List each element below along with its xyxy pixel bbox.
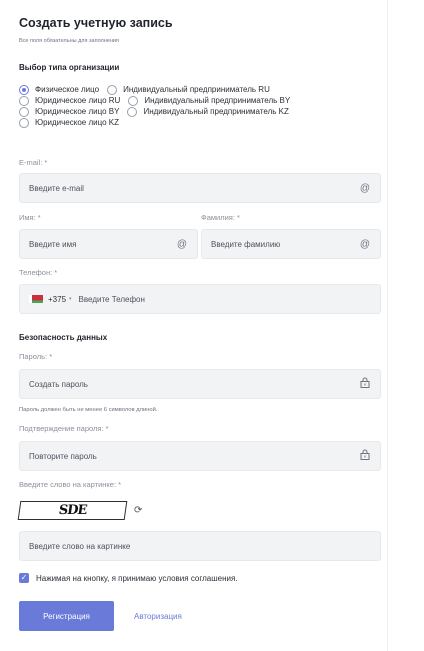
lock-icon — [359, 377, 371, 391]
radio-legal-kz[interactable]: Юридическое лицо KZ — [19, 117, 119, 128]
at-icon: @ — [359, 182, 371, 194]
registration-card: Создать учетную запись Все поля обязател… — [8, 0, 388, 651]
agreement-label: Нажимая на кнопку, я принимаю условия со… — [36, 573, 238, 583]
password-confirm-label: Подтверждение пароля: * — [19, 424, 109, 433]
first-name-input[interactable] — [29, 239, 176, 249]
last-name-field[interactable]: @ — [201, 229, 381, 259]
email-label: E-mail: * — [19, 158, 48, 167]
password-field[interactable] — [19, 369, 381, 399]
captcha-image: SDE — [17, 501, 128, 520]
panel-divider — [387, 0, 388, 651]
flag-by-icon — [29, 295, 43, 303]
radio-dot[interactable] — [19, 106, 29, 117]
email-field[interactable]: @ — [19, 173, 381, 203]
radio-dot[interactable] — [19, 117, 29, 128]
at-icon: @ — [176, 238, 188, 250]
org-type-radio-group: Физическое лицо Индивидуальный предприни… — [19, 84, 298, 128]
password-confirm-input[interactable] — [29, 451, 359, 461]
captcha-label: Введите слово на картинке: * — [19, 480, 122, 489]
register-button[interactable]: Регистрация — [19, 601, 114, 631]
phone-label: Телефон: * — [19, 268, 58, 277]
agreement-checkbox[interactable]: ✓ — [19, 573, 29, 583]
radio-ip-ru[interactable]: Индивидуальный предприниматель RU — [107, 84, 270, 95]
org-section-title: Выбор типа организации — [19, 63, 120, 72]
radio-individual[interactable]: Физическое лицо — [19, 84, 99, 95]
password-hint: Пароль должен быть не менее 6 символов д… — [19, 407, 158, 413]
country-selector[interactable]: +375 ▾ — [29, 295, 72, 304]
at-icon: @ — [359, 238, 371, 250]
lock-icon — [359, 449, 371, 463]
captcha-field[interactable] — [19, 531, 381, 561]
first-name-field[interactable]: @ — [19, 229, 198, 259]
login-link[interactable]: Авторизация — [134, 612, 182, 621]
radio-legal-by[interactable]: Юридическое лицо BY — [19, 106, 119, 117]
chevron-down-icon: ▾ — [69, 296, 72, 302]
page-title: Создать учетную запись — [19, 16, 173, 30]
radio-dot[interactable] — [128, 95, 139, 106]
radio-dot[interactable] — [107, 84, 118, 95]
radio-ip-by[interactable]: Индивидуальный предприниматель BY — [128, 95, 290, 106]
password-label: Пароль: * — [19, 352, 53, 361]
email-input[interactable] — [29, 183, 359, 193]
radio-ip-kz[interactable]: Индивидуальный предприниматель KZ — [127, 106, 289, 117]
password-confirm-field[interactable] — [19, 441, 381, 471]
page-subtitle: Все поля обязательны для заполнения — [19, 38, 119, 44]
captcha-input[interactable] — [29, 541, 371, 551]
last-name-label: Фамилия: * — [201, 213, 240, 222]
radio-dot[interactable] — [19, 95, 29, 106]
radio-dot[interactable] — [127, 106, 138, 117]
phone-field[interactable]: +375 ▾ — [19, 284, 381, 314]
password-input[interactable] — [29, 379, 359, 389]
refresh-icon[interactable]: ⟳ — [134, 505, 142, 516]
agreement-row: ✓ Нажимая на кнопку, я принимаю условия … — [19, 573, 238, 583]
last-name-input[interactable] — [211, 239, 359, 249]
phone-input[interactable] — [78, 294, 371, 304]
radio-dot[interactable] — [19, 84, 29, 95]
radio-legal-ru[interactable]: Юридическое лицо RU — [19, 95, 120, 106]
first-name-label: Имя: * — [19, 213, 41, 222]
security-section-title: Безопасность данных — [19, 333, 108, 342]
